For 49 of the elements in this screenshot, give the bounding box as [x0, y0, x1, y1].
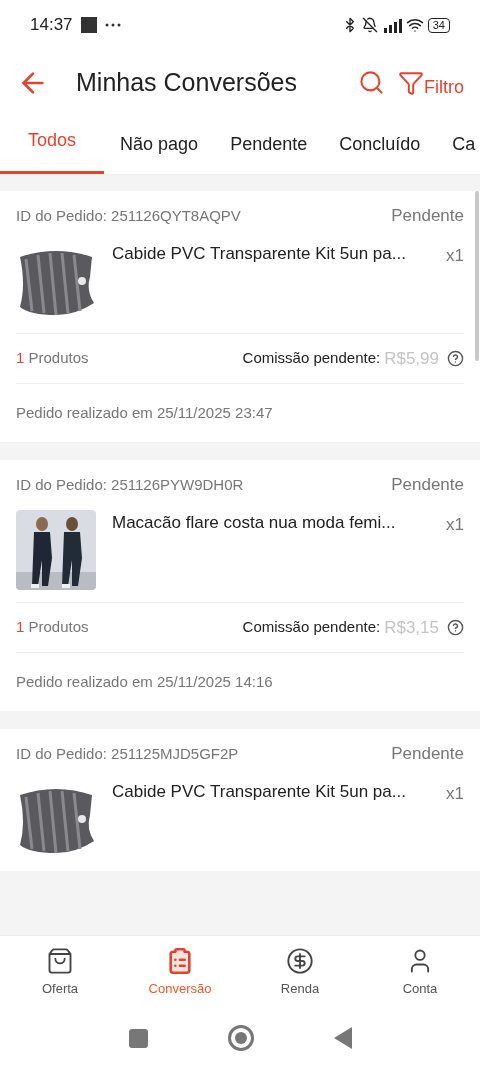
order-status: Pendente [391, 474, 464, 497]
order-card[interactable]: ID do Pedido: 251126QYT8AQPV Pendente Cabide PVC Transparente Kit 5un pa... x1 1 Produtos Comissão pendente: R$5,99 Pedido realizado em 25/11/2025 23:47 [0, 191, 480, 442]
clipboard-icon [166, 947, 194, 976]
product-quantity: x1 [446, 514, 464, 536]
page-title: Minhas Conversões [76, 66, 297, 98]
bell-off-icon [361, 17, 378, 33]
products-count: 1 Produtos [16, 348, 89, 369]
battery-icon: 34 [427, 17, 450, 33]
commission-value: R$5,99 [384, 347, 439, 370]
signal-icon [381, 17, 402, 33]
tab[interactable]: Ca [436, 115, 480, 174]
nav-tab[interactable]: Conversão [120, 947, 240, 999]
recents-button[interactable] [128, 1028, 148, 1048]
notification-icon [80, 17, 97, 33]
order-date: Pedido realizado em 25/11/2025 23:47 [16, 402, 273, 423]
product-name: Cabide PVC Transparente Kit 5un pa... [112, 243, 407, 265]
nav-tab[interactable]: Renda [240, 947, 360, 999]
tab[interactable]: Pendente [214, 115, 324, 174]
order-status: Pendente [391, 205, 464, 228]
commission-value: R$3,15 [384, 616, 439, 639]
product-name: Cabide PVC Transparente Kit 5un pa... [112, 781, 407, 803]
help-icon[interactable] [447, 619, 464, 636]
order-status: Pendente [391, 743, 464, 766]
dollar-icon [286, 947, 314, 976]
status-time: 14:37 [30, 14, 73, 37]
help-icon[interactable] [447, 350, 464, 367]
order-card[interactable]: ID do Pedido: 251125MJD5GF2P Pendente Cabide PVC Transparente Kit 5un pa... x1 [0, 729, 480, 871]
filter-icon [398, 69, 424, 96]
nav-tab[interactable]: Oferta [0, 947, 120, 999]
filter-button[interactable]: Filtro [398, 69, 464, 96]
nav-tab[interactable]: Conta [360, 947, 480, 999]
shopping-bag-icon [46, 947, 74, 976]
commission-label: Comissão pendente: [242, 348, 381, 369]
back-nav-icon[interactable] [333, 1027, 352, 1049]
tab[interactable]: Não pago [104, 115, 215, 174]
order-id: ID do Pedido: 251126QYT8AQPV [16, 205, 241, 226]
order-id: ID do Pedido: 251125MJD5GF2P [16, 743, 239, 764]
order-date: Pedido realizado em 25/11/2025 14:16 [16, 671, 273, 692]
product-quantity: x1 [446, 783, 464, 805]
commission-label: Comissão pendente: [242, 617, 381, 638]
tab[interactable]: Concluído [323, 115, 437, 174]
more-icon [104, 23, 121, 27]
order-id: ID do Pedido: 251126PYW9DH0R [16, 474, 244, 495]
product-name: Macacão flare costa nua moda femi... [112, 512, 397, 534]
wifi-icon [405, 16, 424, 34]
product-quantity: x1 [446, 245, 464, 267]
order-card[interactable]: ID do Pedido: 251126PYW9DH0R Pendente Macacão flare costa nua moda femi... x1 1 Produtos Comissão pendente: R$3,15 Pedido realizado em 25/11/2025 14:16 [0, 460, 480, 711]
home-button[interactable] [227, 1025, 254, 1051]
products-count: 1 Produtos [16, 617, 89, 638]
